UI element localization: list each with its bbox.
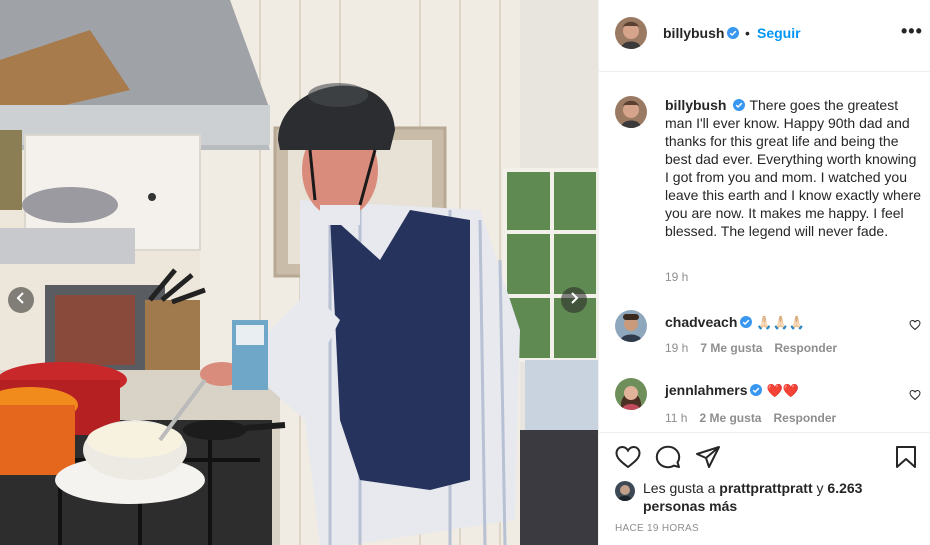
post-photo[interactable] xyxy=(0,0,598,545)
likes-user[interactable]: prattprattpratt xyxy=(719,480,812,496)
caption-text: There goes the greatest man I'll ever kn… xyxy=(665,97,922,239)
commenter-avatar[interactable] xyxy=(615,378,647,410)
likes-connector: y xyxy=(816,480,824,496)
comment-like-heart-icon[interactable] xyxy=(909,318,921,336)
comment-time[interactable]: 11 h xyxy=(665,411,687,425)
commenter-avatar[interactable] xyxy=(615,310,647,342)
bookmark-icon[interactable] xyxy=(895,445,917,474)
post-side-panel: billybush • Seguir ••• billybush There go… xyxy=(598,0,930,545)
paper-plane-icon[interactable] xyxy=(695,445,721,474)
comment-text: 🙏🏻🙏🏻🙏🏻 xyxy=(756,315,805,330)
comment-reply-button[interactable]: Responder xyxy=(774,341,837,355)
comment-text: ❤️❤️ xyxy=(766,383,799,398)
comment-icon[interactable] xyxy=(655,445,681,474)
caption-author-username[interactable]: billybush xyxy=(665,97,726,113)
comment-reply-button[interactable]: Responder xyxy=(773,411,836,425)
comment-meta: 19 h 7 Me gusta Responder xyxy=(665,341,849,355)
author-name-wrap: billybush xyxy=(663,25,740,41)
comment-author[interactable]: chadveach xyxy=(665,314,737,330)
photo-illustration xyxy=(0,0,598,545)
post-header: billybush • Seguir ••• xyxy=(599,0,930,72)
caption-time: 19 h xyxy=(665,270,689,284)
chevron-right-icon xyxy=(569,291,579,309)
verified-badge-icon xyxy=(740,316,753,328)
verified-badge-icon xyxy=(727,27,740,39)
carousel-prev-button[interactable] xyxy=(8,287,34,313)
post-caption: billybush There goes the greatest man I'l… xyxy=(665,96,923,240)
comment-likes[interactable]: 2 Me gusta xyxy=(699,411,761,425)
more-options-icon[interactable]: ••• xyxy=(901,22,923,40)
separator-dot: • xyxy=(745,25,750,41)
comment-like-heart-icon[interactable] xyxy=(909,388,921,406)
comment-author[interactable]: jennlahmers xyxy=(665,382,747,398)
post-timestamp[interactable]: HACE 19 HORAS xyxy=(615,523,699,534)
post-actions: Les gusta a prattprattpratt y 6.263 pers… xyxy=(599,432,930,545)
comment-body: chadveach 🙏🏻🙏🏻🙏🏻 xyxy=(665,314,805,331)
likes-prefix: Les gusta a xyxy=(643,480,716,496)
comment-time[interactable]: 19 h xyxy=(665,341,688,355)
chevron-left-icon xyxy=(16,291,26,309)
author-username[interactable]: billybush xyxy=(663,25,724,41)
caption-author-avatar[interactable] xyxy=(615,96,647,128)
carousel-next-button[interactable] xyxy=(561,287,587,313)
heart-icon[interactable] xyxy=(615,445,641,474)
liker-avatar[interactable] xyxy=(615,481,635,501)
follow-button[interactable]: Seguir xyxy=(757,25,801,41)
comment-body: jennlahmers ❤️❤️ xyxy=(665,382,799,399)
verified-badge-icon xyxy=(733,99,746,111)
comment-likes[interactable]: 7 Me gusta xyxy=(700,341,762,355)
verified-badge-icon xyxy=(750,384,763,396)
author-avatar[interactable] xyxy=(615,17,647,49)
likes-text: Les gusta a prattprattpratt y 6.263 pers… xyxy=(643,479,915,515)
comment-meta: 11 h 2 Me gusta Responder xyxy=(665,411,848,425)
